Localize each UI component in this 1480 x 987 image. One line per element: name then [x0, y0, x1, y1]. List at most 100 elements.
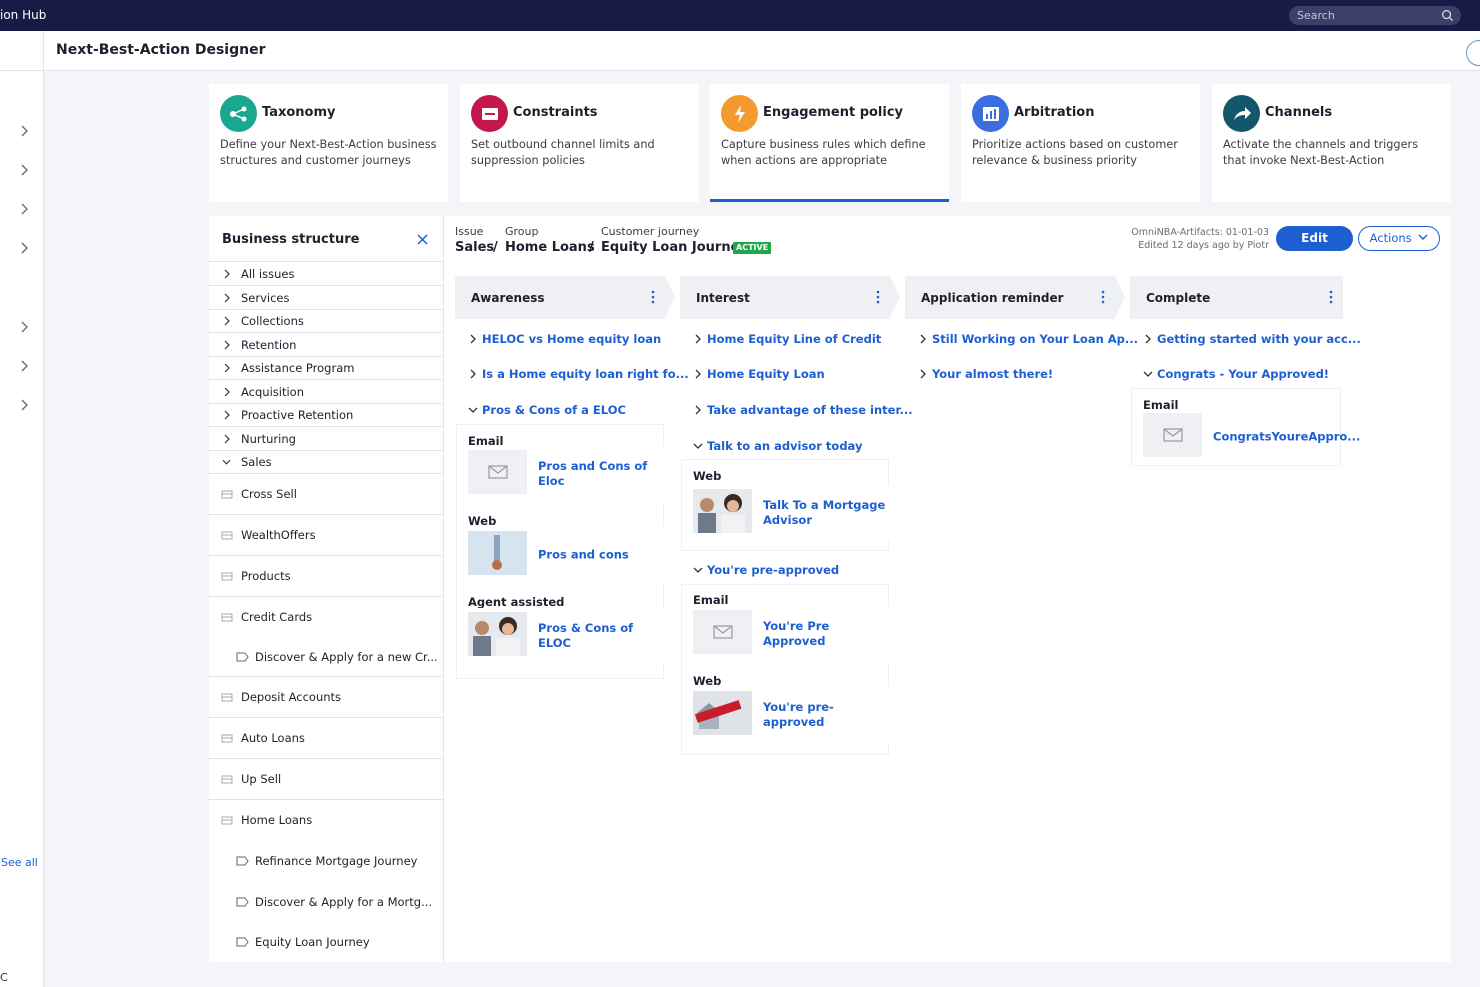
- journey-item[interactable]: Discover & Apply for a new Cr...: [209, 637, 443, 677]
- group-item[interactable]: Deposit Accounts: [209, 677, 443, 718]
- group-item[interactable]: Products: [209, 556, 443, 597]
- more-vertical-icon[interactable]: [1101, 290, 1105, 304]
- asset-name: Pros and Cons of Eloc: [538, 459, 648, 488]
- breadcrumb-group-label: Group: [505, 225, 539, 238]
- chevron-down-icon: [1418, 234, 1428, 240]
- search-placeholder: Search: [1297, 9, 1335, 22]
- group-item[interactable]: WealthOffers: [209, 515, 443, 556]
- group-item[interactable]: Credit Cards: [209, 597, 443, 637]
- asset-card[interactable]: Pros & Cons of ELOC: [468, 608, 664, 664]
- journey-item[interactable]: Discover & Apply for a Mortg...: [209, 881, 443, 922]
- chevron-right-icon[interactable]: [19, 203, 29, 215]
- issue-item[interactable]: Proactive Retention: [209, 404, 443, 427]
- close-icon[interactable]: [416, 233, 429, 246]
- step-link[interactable]: HELOC vs Home equity loan: [468, 332, 661, 346]
- asset-card[interactable]: Talk To a Mortgage Advisor: [693, 485, 889, 541]
- asset-card[interactable]: You're Pre Approved: [693, 606, 889, 662]
- business-structure-header: Business structure: [209, 216, 443, 262]
- step-label: Pros & Cons of a ELOC: [482, 403, 626, 417]
- chevron-right-icon[interactable]: [19, 399, 29, 411]
- issue-item-expanded[interactable]: Sales: [209, 451, 443, 474]
- asset-name: You're pre-approved: [763, 700, 834, 729]
- card-channels[interactable]: Channels Activate the channels and trigg…: [1212, 84, 1451, 202]
- stage-name: Interest: [696, 291, 750, 305]
- step-link[interactable]: Home Equity Loan: [693, 367, 825, 381]
- issue-label: Sales: [241, 455, 272, 469]
- step-link[interactable]: Is a Home equity loan right fo...: [468, 367, 689, 381]
- see-all-link[interactable]: See all: [1, 856, 38, 869]
- chevron-right-icon: [920, 334, 926, 344]
- issue-item[interactable]: All issues: [209, 263, 443, 286]
- more-vertical-icon[interactable]: [876, 290, 880, 304]
- chevron-down-icon: [1143, 371, 1153, 377]
- asset-card[interactable]: You're pre-approved: [693, 687, 889, 743]
- issue-label: Collections: [241, 314, 304, 328]
- group-item[interactable]: Cross Sell: [209, 474, 443, 515]
- stage-name: Awareness: [471, 291, 545, 305]
- card-taxonomy[interactable]: Taxonomy Define your Next-Best-Action bu…: [209, 84, 448, 202]
- issue-item[interactable]: Assistance Program: [209, 357, 443, 380]
- asset-card[interactable]: CongratsYoureAppro...: [1143, 409, 1360, 465]
- breadcrumb-separator: /: [589, 240, 594, 255]
- step-link[interactable]: Still Working on Your Loan Ap...: [918, 332, 1138, 346]
- edit-button[interactable]: Edit: [1276, 226, 1353, 251]
- issue-item[interactable]: Services: [209, 286, 443, 310]
- card-title: Arbitration: [1014, 105, 1095, 120]
- chevron-right-icon[interactable]: [19, 321, 29, 333]
- breadcrumb-group[interactable]: Home Loans: [505, 240, 595, 255]
- step-link[interactable]: Take advantage of these inter...: [693, 403, 913, 417]
- stage-interest[interactable]: Interest: [680, 276, 900, 319]
- more-vertical-icon[interactable]: [651, 290, 655, 304]
- card-constraints[interactable]: Constraints Set outbound channel limits …: [460, 84, 699, 202]
- chevron-right-icon: [920, 369, 926, 379]
- step-link[interactable]: Getting started with your acc...: [1143, 332, 1361, 346]
- breadcrumb-issue[interactable]: Sales: [455, 240, 494, 255]
- card-description: Set outbound channel limits and suppress…: [471, 138, 655, 167]
- step-link-expanded[interactable]: Congrats - Your Approved!: [1143, 367, 1329, 381]
- journey-item-selected[interactable]: Equity Loan Journey: [209, 922, 443, 962]
- search-input[interactable]: Search: [1289, 6, 1461, 25]
- stage-application-reminder[interactable]: Application reminder: [905, 276, 1125, 319]
- chevron-right-icon: [470, 334, 476, 344]
- issue-item[interactable]: Retention: [209, 333, 443, 357]
- group-item[interactable]: Auto Loans: [209, 718, 443, 759]
- asset-card[interactable]: Pros and Cons of Eloc: [468, 446, 664, 502]
- asset-name: Pros & Cons of ELOC: [538, 621, 634, 650]
- breadcrumb-separator: /: [493, 240, 498, 255]
- actions-button[interactable]: Actions: [1358, 226, 1440, 251]
- chevron-right-icon: [224, 293, 230, 302]
- issue-item[interactable]: Collections: [209, 310, 443, 333]
- step-link-expanded[interactable]: Talk to an advisor today: [693, 439, 862, 453]
- group-item[interactable]: Home Loans: [209, 800, 443, 840]
- card-description: Define your Next-Best-Action business st…: [220, 138, 437, 167]
- issue-item[interactable]: Nurturing: [209, 427, 443, 451]
- group-item[interactable]: Up Sell: [209, 759, 443, 800]
- chevron-right-icon[interactable]: [19, 125, 29, 137]
- more-vertical-icon[interactable]: [1329, 290, 1333, 304]
- asset-card[interactable]: Pros and cons: [468, 527, 664, 583]
- group-label: Products: [241, 569, 291, 583]
- step-label: Take advantage of these inter...: [707, 403, 913, 417]
- card-engagement-policy[interactable]: Engagement policy Capture business rules…: [710, 84, 949, 202]
- card-arbitration[interactable]: Arbitration Prioritize actions based on …: [961, 84, 1200, 202]
- chevron-right-icon[interactable]: [19, 242, 29, 254]
- chevron-right-icon[interactable]: [19, 164, 29, 176]
- step-label: HELOC vs Home equity loan: [482, 332, 662, 346]
- step-link-expanded[interactable]: Pros & Cons of a ELOC: [468, 403, 626, 417]
- lightning-icon: [721, 95, 758, 132]
- stage-complete[interactable]: Complete: [1130, 276, 1343, 319]
- issue-item[interactable]: Acquisition: [209, 380, 443, 404]
- journey-label: Refinance Mortgage Journey: [255, 853, 418, 868]
- status-badge: ACTIVE: [733, 242, 772, 254]
- step-link-expanded[interactable]: You're pre-approved: [693, 563, 839, 577]
- chevron-right-icon: [224, 269, 230, 279]
- left-nav: See all C: [0, 71, 44, 987]
- profile-circle-icon[interactable]: [1466, 40, 1480, 66]
- step-link[interactable]: Home Equity Line of Credit: [693, 332, 881, 346]
- journey-item[interactable]: Refinance Mortgage Journey: [209, 840, 443, 881]
- preapproved-thumbnail: [693, 691, 752, 735]
- stage-awareness[interactable]: Awareness: [455, 276, 675, 319]
- step-link[interactable]: Your almost there!: [918, 367, 1053, 381]
- chevron-right-icon[interactable]: [19, 360, 29, 372]
- header-divider: [43, 31, 44, 71]
